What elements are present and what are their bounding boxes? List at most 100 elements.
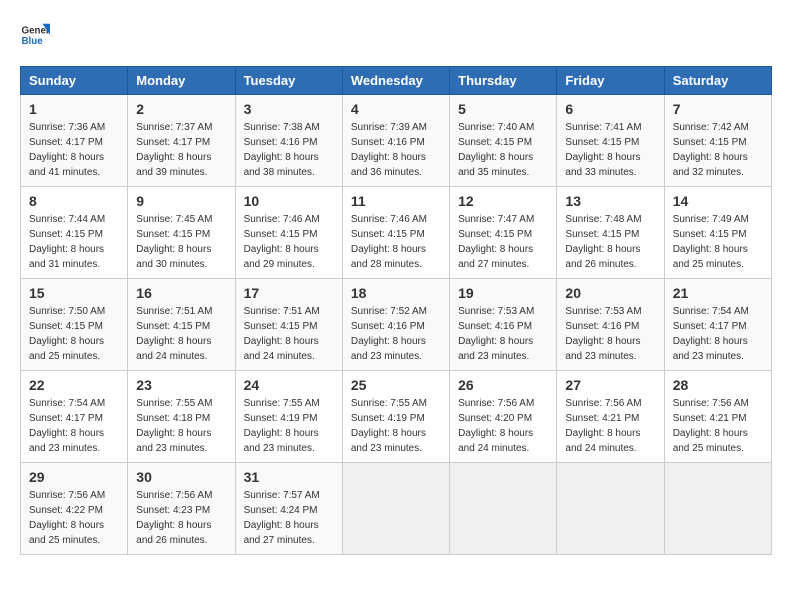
day-number: 23 [136, 377, 226, 393]
daylight-label: Daylight: 8 hours and 24 minutes. [458, 428, 533, 454]
day-info: Sunrise: 7:51 AM Sunset: 4:15 PM Dayligh… [244, 304, 334, 364]
day-cell: 2 Sunrise: 7:37 AM Sunset: 4:17 PM Dayli… [128, 95, 235, 187]
week-row-5: 29 Sunrise: 7:56 AM Sunset: 4:22 PM Dayl… [21, 463, 772, 555]
day-cell: 4 Sunrise: 7:39 AM Sunset: 4:16 PM Dayli… [342, 95, 449, 187]
sunrise-label: Sunrise: 7:38 AM [244, 122, 320, 133]
daylight-label: Daylight: 8 hours and 25 minutes. [673, 244, 748, 270]
day-cell: 21 Sunrise: 7:54 AM Sunset: 4:17 PM Dayl… [664, 279, 771, 371]
logo-icon: General Blue [20, 20, 50, 50]
sunrise-label: Sunrise: 7:56 AM [565, 398, 641, 409]
day-number: 2 [136, 101, 226, 117]
day-info: Sunrise: 7:39 AM Sunset: 4:16 PM Dayligh… [351, 120, 441, 180]
day-number: 20 [565, 285, 655, 301]
day-cell [342, 463, 449, 555]
day-number: 26 [458, 377, 548, 393]
daylight-label: Daylight: 8 hours and 24 minutes. [136, 336, 211, 362]
sunset-label: Sunset: 4:15 PM [458, 229, 532, 240]
day-number: 12 [458, 193, 548, 209]
day-info: Sunrise: 7:56 AM Sunset: 4:20 PM Dayligh… [458, 396, 548, 456]
sunset-label: Sunset: 4:16 PM [351, 321, 425, 332]
day-cell: 16 Sunrise: 7:51 AM Sunset: 4:15 PM Dayl… [128, 279, 235, 371]
sunset-label: Sunset: 4:15 PM [136, 229, 210, 240]
day-info: Sunrise: 7:52 AM Sunset: 4:16 PM Dayligh… [351, 304, 441, 364]
daylight-label: Daylight: 8 hours and 24 minutes. [565, 428, 640, 454]
sunrise-label: Sunrise: 7:48 AM [565, 214, 641, 225]
day-cell [664, 463, 771, 555]
day-number: 17 [244, 285, 334, 301]
sunrise-label: Sunrise: 7:40 AM [458, 122, 534, 133]
day-number: 16 [136, 285, 226, 301]
day-cell: 17 Sunrise: 7:51 AM Sunset: 4:15 PM Dayl… [235, 279, 342, 371]
daylight-label: Daylight: 8 hours and 38 minutes. [244, 152, 319, 178]
header-thursday: Thursday [450, 67, 557, 95]
sunrise-label: Sunrise: 7:39 AM [351, 122, 427, 133]
day-cell: 31 Sunrise: 7:57 AM Sunset: 4:24 PM Dayl… [235, 463, 342, 555]
day-cell: 10 Sunrise: 7:46 AM Sunset: 4:15 PM Dayl… [235, 187, 342, 279]
sunset-label: Sunset: 4:15 PM [673, 229, 747, 240]
daylight-label: Daylight: 8 hours and 23 minutes. [565, 336, 640, 362]
day-info: Sunrise: 7:55 AM Sunset: 4:19 PM Dayligh… [351, 396, 441, 456]
day-cell [557, 463, 664, 555]
sunrise-label: Sunrise: 7:53 AM [565, 306, 641, 317]
header-row: SundayMondayTuesdayWednesdayThursdayFrid… [21, 67, 772, 95]
day-number: 28 [673, 377, 763, 393]
day-info: Sunrise: 7:47 AM Sunset: 4:15 PM Dayligh… [458, 212, 548, 272]
daylight-label: Daylight: 8 hours and 23 minutes. [244, 428, 319, 454]
day-cell: 18 Sunrise: 7:52 AM Sunset: 4:16 PM Dayl… [342, 279, 449, 371]
day-info: Sunrise: 7:56 AM Sunset: 4:23 PM Dayligh… [136, 488, 226, 548]
day-number: 14 [673, 193, 763, 209]
day-cell: 8 Sunrise: 7:44 AM Sunset: 4:15 PM Dayli… [21, 187, 128, 279]
sunrise-label: Sunrise: 7:50 AM [29, 306, 105, 317]
day-cell: 29 Sunrise: 7:56 AM Sunset: 4:22 PM Dayl… [21, 463, 128, 555]
day-info: Sunrise: 7:55 AM Sunset: 4:19 PM Dayligh… [244, 396, 334, 456]
daylight-label: Daylight: 8 hours and 23 minutes. [458, 336, 533, 362]
day-cell: 19 Sunrise: 7:53 AM Sunset: 4:16 PM Dayl… [450, 279, 557, 371]
day-number: 29 [29, 469, 119, 485]
day-cell: 7 Sunrise: 7:42 AM Sunset: 4:15 PM Dayli… [664, 95, 771, 187]
day-info: Sunrise: 7:38 AM Sunset: 4:16 PM Dayligh… [244, 120, 334, 180]
sunset-label: Sunset: 4:15 PM [136, 321, 210, 332]
sunrise-label: Sunrise: 7:51 AM [136, 306, 212, 317]
sunset-label: Sunset: 4:19 PM [351, 413, 425, 424]
daylight-label: Daylight: 8 hours and 30 minutes. [136, 244, 211, 270]
sunset-label: Sunset: 4:17 PM [136, 137, 210, 148]
sunset-label: Sunset: 4:15 PM [244, 321, 318, 332]
day-number: 3 [244, 101, 334, 117]
day-cell: 27 Sunrise: 7:56 AM Sunset: 4:21 PM Dayl… [557, 371, 664, 463]
day-cell: 15 Sunrise: 7:50 AM Sunset: 4:15 PM Dayl… [21, 279, 128, 371]
svg-text:Blue: Blue [22, 36, 44, 47]
sunrise-label: Sunrise: 7:36 AM [29, 122, 105, 133]
sunset-label: Sunset: 4:15 PM [673, 137, 747, 148]
sunrise-label: Sunrise: 7:54 AM [29, 398, 105, 409]
day-number: 30 [136, 469, 226, 485]
day-cell: 24 Sunrise: 7:55 AM Sunset: 4:19 PM Dayl… [235, 371, 342, 463]
day-number: 24 [244, 377, 334, 393]
day-number: 19 [458, 285, 548, 301]
sunset-label: Sunset: 4:21 PM [673, 413, 747, 424]
sunrise-label: Sunrise: 7:51 AM [244, 306, 320, 317]
sunrise-label: Sunrise: 7:56 AM [136, 490, 212, 501]
sunset-label: Sunset: 4:17 PM [29, 413, 103, 424]
daylight-label: Daylight: 8 hours and 25 minutes. [673, 428, 748, 454]
daylight-label: Daylight: 8 hours and 23 minutes. [673, 336, 748, 362]
sunset-label: Sunset: 4:17 PM [29, 137, 103, 148]
sunrise-label: Sunrise: 7:46 AM [351, 214, 427, 225]
day-cell: 25 Sunrise: 7:55 AM Sunset: 4:19 PM Dayl… [342, 371, 449, 463]
day-cell: 28 Sunrise: 7:56 AM Sunset: 4:21 PM Dayl… [664, 371, 771, 463]
day-number: 11 [351, 193, 441, 209]
day-info: Sunrise: 7:37 AM Sunset: 4:17 PM Dayligh… [136, 120, 226, 180]
header-saturday: Saturday [664, 67, 771, 95]
day-info: Sunrise: 7:56 AM Sunset: 4:22 PM Dayligh… [29, 488, 119, 548]
day-info: Sunrise: 7:51 AM Sunset: 4:15 PM Dayligh… [136, 304, 226, 364]
daylight-label: Daylight: 8 hours and 23 minutes. [136, 428, 211, 454]
day-cell: 12 Sunrise: 7:47 AM Sunset: 4:15 PM Dayl… [450, 187, 557, 279]
day-number: 9 [136, 193, 226, 209]
week-row-4: 22 Sunrise: 7:54 AM Sunset: 4:17 PM Dayl… [21, 371, 772, 463]
sunset-label: Sunset: 4:16 PM [244, 137, 318, 148]
sunrise-label: Sunrise: 7:53 AM [458, 306, 534, 317]
day-number: 15 [29, 285, 119, 301]
daylight-label: Daylight: 8 hours and 23 minutes. [29, 428, 104, 454]
sunrise-label: Sunrise: 7:55 AM [244, 398, 320, 409]
day-number: 5 [458, 101, 548, 117]
day-info: Sunrise: 7:53 AM Sunset: 4:16 PM Dayligh… [458, 304, 548, 364]
